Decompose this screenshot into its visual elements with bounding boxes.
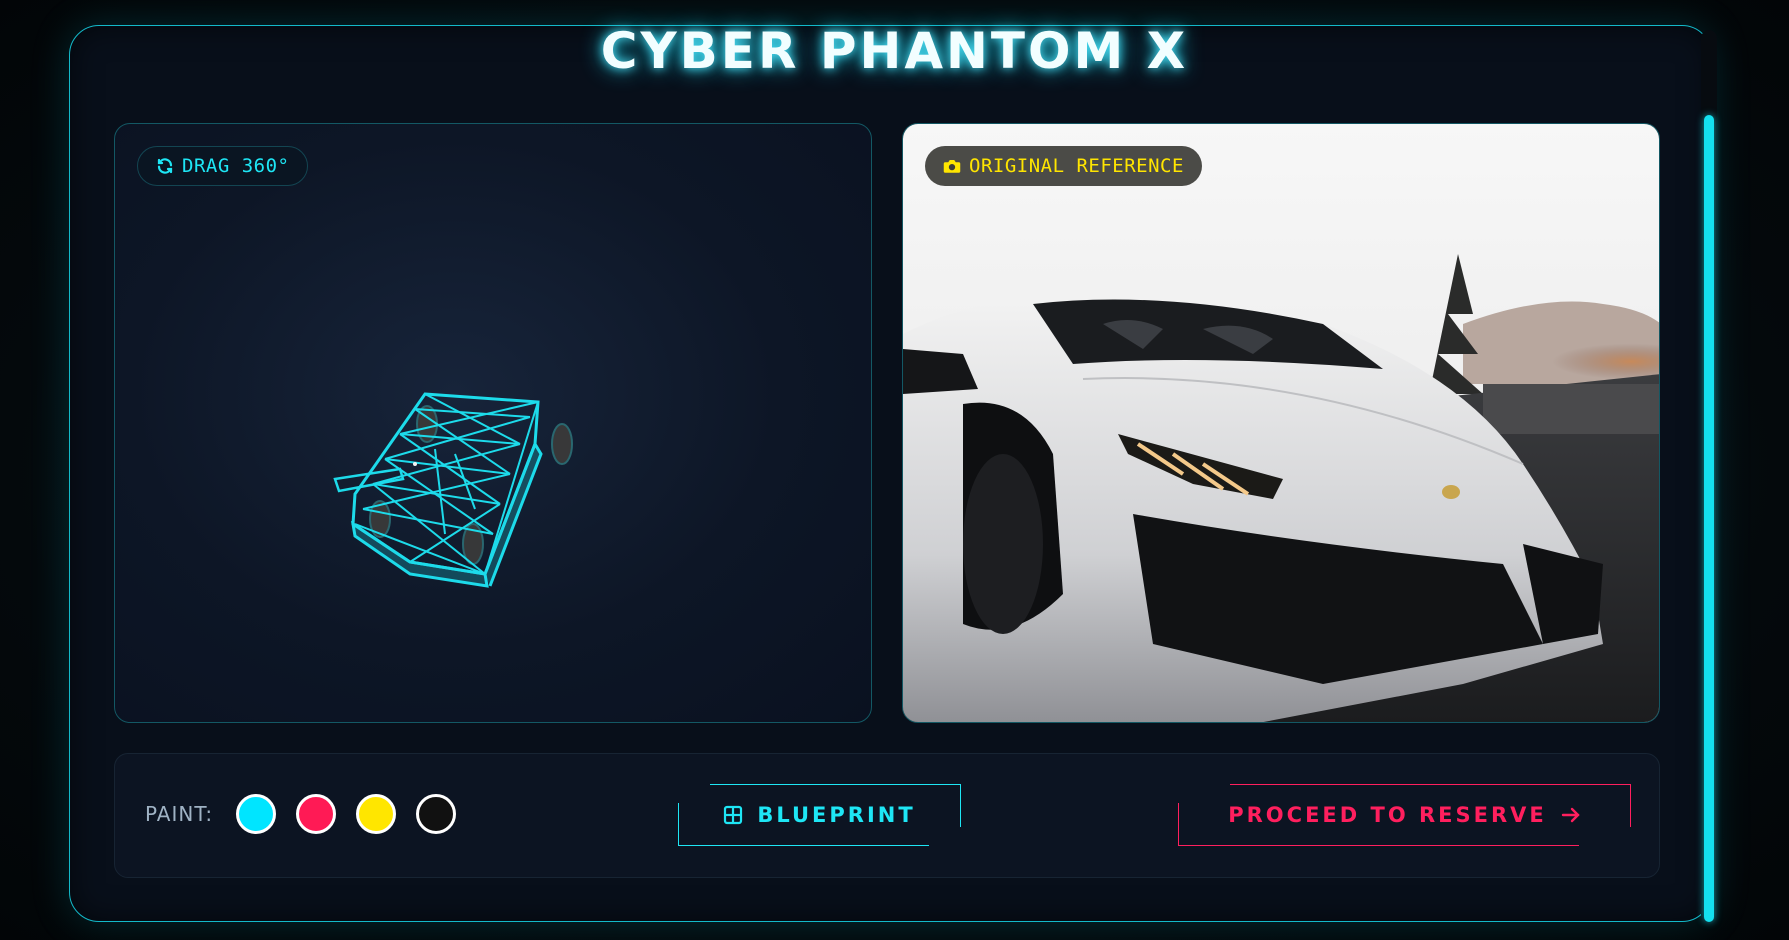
page-title: CYBER PHANTOM X	[600, 22, 1189, 80]
reference-badge: ORIGINAL REFERENCE	[925, 146, 1202, 186]
swatch-cyan[interactable]	[236, 794, 276, 834]
reference-photo-panel: ORIGINAL REFERENCE	[902, 123, 1660, 723]
grid-icon	[724, 805, 743, 825]
scrollbar-thumb[interactable]	[1704, 115, 1714, 922]
model-viewer[interactable]: DRAG 360°	[114, 123, 872, 723]
controls-bar: PAINT: BLUEPRINT PROCEED TO RESERVE	[114, 753, 1660, 878]
reference-car-photo	[903, 124, 1659, 722]
swatch-yellow[interactable]	[356, 794, 396, 834]
proceed-to-reserve-button[interactable]: PROCEED TO RESERVE	[1178, 784, 1631, 846]
blueprint-label: BLUEPRINT	[757, 803, 916, 827]
drag-badge: DRAG 360°	[137, 146, 309, 186]
blueprint-button[interactable]: BLUEPRINT	[678, 784, 961, 846]
car-wireframe-model[interactable]	[325, 334, 665, 594]
swatch-black[interactable]	[416, 794, 456, 834]
rotate-icon	[157, 158, 173, 174]
swatch-magenta[interactable]	[296, 794, 336, 834]
paint-label: PAINT:	[145, 802, 214, 826]
reference-badge-label: ORIGINAL REFERENCE	[969, 155, 1184, 177]
drag-badge-label: DRAG 360°	[182, 155, 290, 177]
camera-icon	[943, 160, 961, 173]
reserve-label: PROCEED TO RESERVE	[1228, 803, 1547, 827]
arrow-right-icon	[1561, 807, 1580, 823]
